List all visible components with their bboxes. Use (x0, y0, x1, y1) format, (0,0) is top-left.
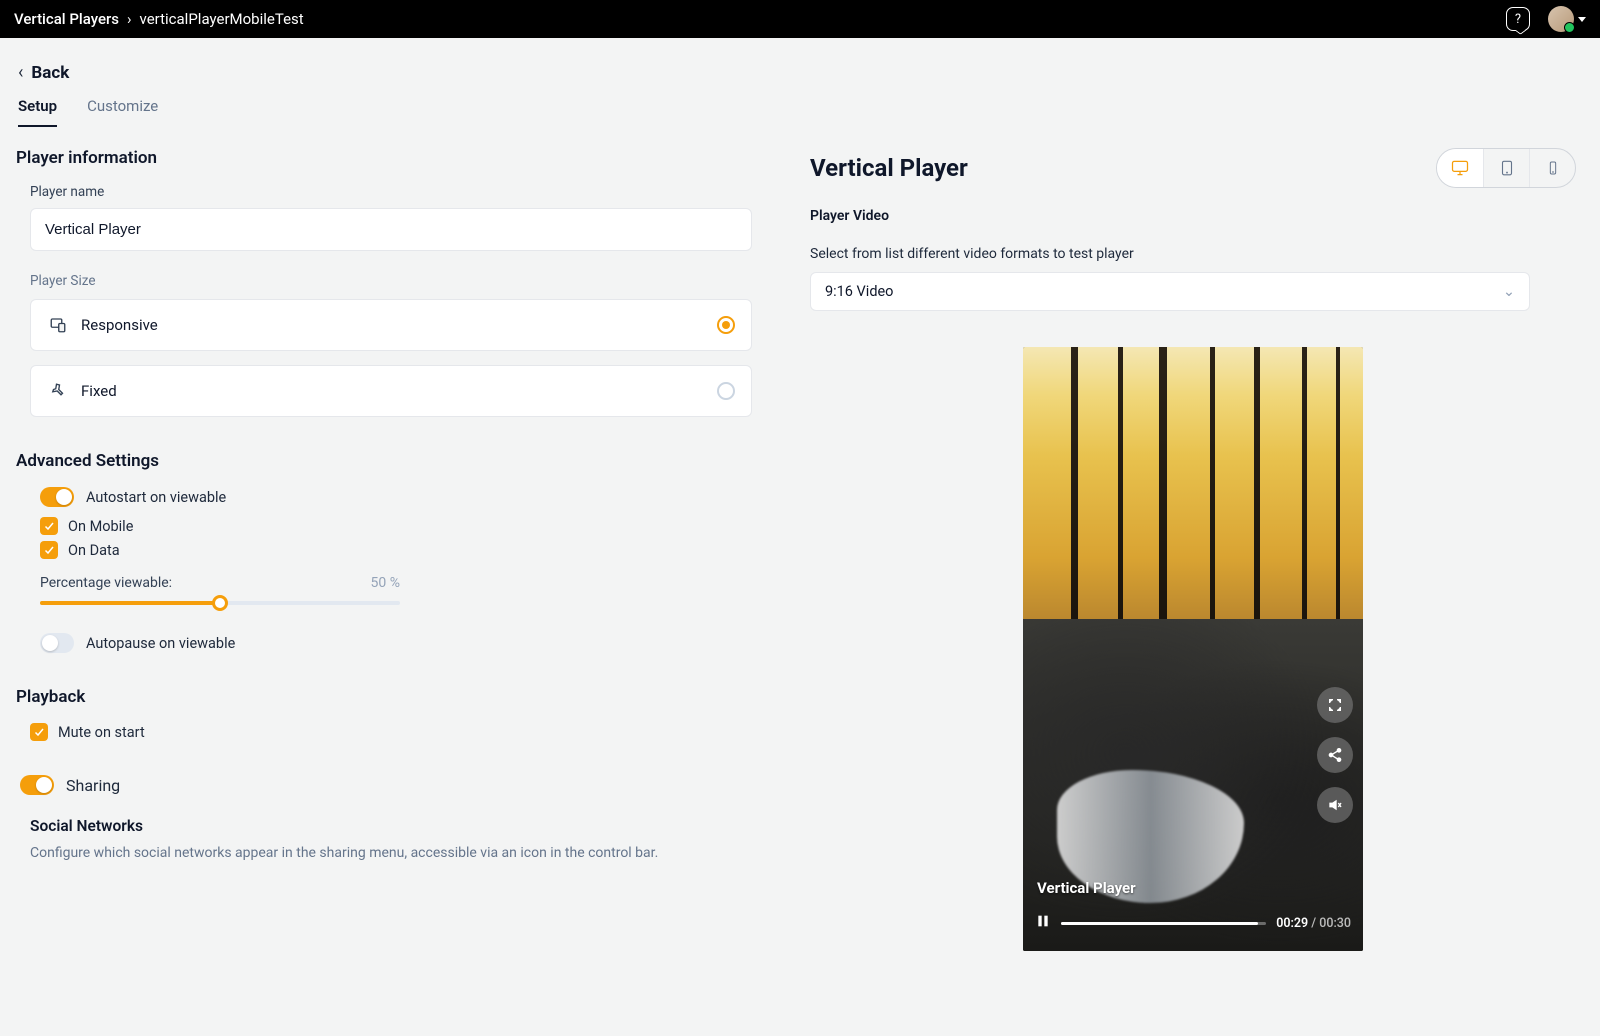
time-display: 00:29 / 00:30 (1276, 916, 1351, 931)
on-mobile-checkbox[interactable] (40, 517, 58, 535)
mute-button[interactable] (1317, 787, 1353, 823)
breadcrumb-current: verticalPlayerMobileTest (140, 10, 304, 28)
chevron-down-icon: ⌄ (1503, 283, 1515, 300)
autostart-toggle[interactable] (40, 487, 74, 507)
chevron-left-icon: ‹ (18, 62, 23, 83)
pause-button[interactable] (1035, 913, 1051, 933)
format-instruction: Select from list different video formats… (810, 246, 1576, 262)
device-tablet[interactable] (1483, 149, 1529, 187)
player-info-heading: Player information (16, 148, 766, 168)
device-segment (1436, 148, 1576, 188)
autostart-label: Autostart on viewable (86, 489, 226, 506)
responsive-icon (49, 316, 67, 334)
time-current: 00:29 (1276, 916, 1308, 931)
video-frame (1023, 347, 1363, 951)
on-mobile-label: On Mobile (68, 518, 133, 535)
tab-setup[interactable]: Setup (18, 97, 57, 127)
playback-heading: Playback (16, 687, 766, 707)
size-option-fixed[interactable]: Fixed (30, 365, 752, 417)
viewable-value: 50 % (371, 575, 400, 591)
radio-checked-icon (717, 316, 735, 334)
time-total: 00:30 (1319, 916, 1351, 931)
video-player[interactable]: Vertical Player 00:29 / 00:30 (1023, 347, 1363, 951)
mute-label: Mute on start (58, 724, 145, 741)
size-option-responsive[interactable]: Responsive (30, 299, 752, 351)
breadcrumb-root[interactable]: Vertical Players (14, 10, 119, 28)
player-name-input[interactable] (30, 208, 752, 251)
tab-customize[interactable]: Customize (87, 97, 158, 127)
social-networks-desc: Configure which social networks appear i… (30, 843, 766, 864)
viewable-label: Percentage viewable: (40, 575, 172, 591)
avatar (1548, 6, 1574, 32)
size-option-responsive-label: Responsive (81, 316, 158, 334)
slider-thumb[interactable] (212, 595, 228, 611)
on-data-label: On Data (68, 542, 120, 559)
breadcrumb: Vertical Players › verticalPlayerMobileT… (14, 10, 304, 28)
preview-title: Vertical Player (810, 154, 968, 182)
tabs: Setup Customize (16, 97, 1584, 128)
format-selected: 9:16 Video (825, 283, 893, 300)
video-title-overlay: Vertical Player (1037, 879, 1136, 897)
fixed-icon (49, 382, 67, 400)
sharing-label: Sharing (66, 776, 120, 795)
progress-bar[interactable] (1061, 922, 1266, 925)
fullscreen-button[interactable] (1317, 687, 1353, 723)
size-option-fixed-label: Fixed (81, 382, 117, 400)
advanced-heading: Advanced Settings (16, 451, 766, 471)
share-button[interactable] (1317, 737, 1353, 773)
device-mobile[interactable] (1529, 149, 1575, 187)
chevron-down-icon (1578, 17, 1586, 22)
device-desktop[interactable] (1437, 149, 1483, 187)
viewable-slider[interactable] (40, 601, 400, 605)
slider-fill (40, 601, 220, 605)
player-video-label: Player Video (810, 208, 1576, 224)
back-label: Back (31, 63, 69, 83)
format-select[interactable]: 9:16 Video ⌄ (810, 272, 1530, 311)
user-menu[interactable] (1548, 6, 1586, 32)
top-bar: Vertical Players › verticalPlayerMobileT… (0, 0, 1600, 38)
help-icon[interactable]: ? (1506, 7, 1530, 31)
back-button[interactable]: ‹ Back (16, 56, 1584, 97)
player-size-label: Player Size (30, 273, 766, 289)
chevron-right-icon: › (127, 10, 132, 28)
radio-unchecked-icon (717, 382, 735, 400)
mute-checkbox[interactable] (30, 723, 48, 741)
social-networks-heading: Social Networks (30, 817, 766, 835)
sharing-toggle[interactable] (20, 775, 54, 795)
autopause-toggle[interactable] (40, 633, 74, 653)
on-data-checkbox[interactable] (40, 541, 58, 559)
player-name-label: Player name (30, 184, 766, 200)
autopause-label: Autopause on viewable (86, 635, 235, 652)
